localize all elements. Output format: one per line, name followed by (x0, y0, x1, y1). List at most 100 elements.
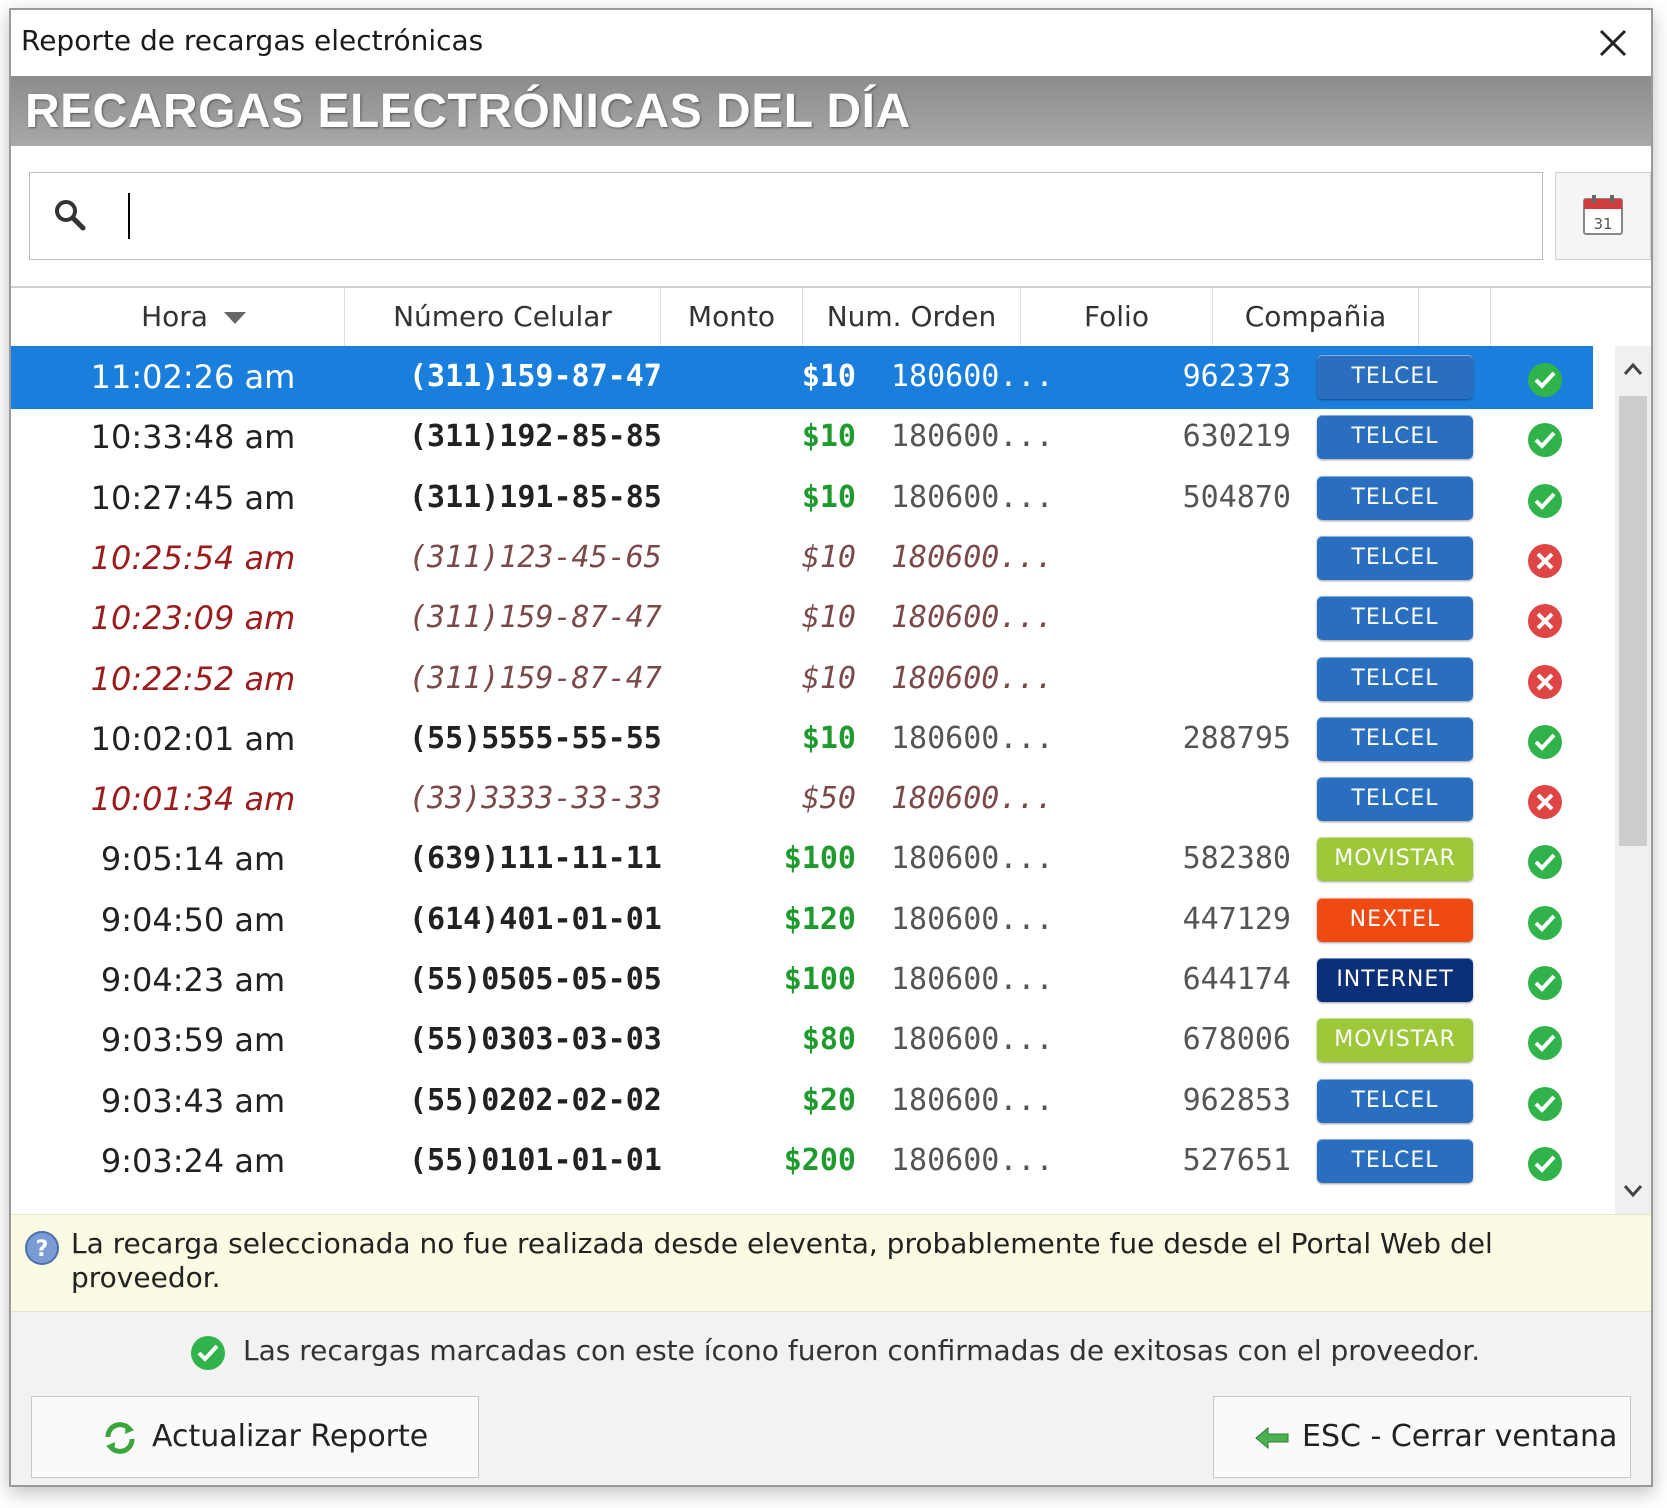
table-row[interactable]: 10:22:52 am (311)159-87-47 $10 180600... TEL… (11, 647, 1593, 711)
cell-compania: TELCEL (1317, 1078, 1473, 1123)
check-circle-icon (191, 1336, 225, 1370)
table-row[interactable]: 9:05:14 am (639)111-11-11 $100 180600... 582… (11, 827, 1593, 891)
table-row[interactable]: 11:02:26 am (311)159-87-47 $10 180600... 962… (11, 346, 1593, 409)
cell-orden: 180600... (891, 479, 1054, 515)
table-row[interactable]: 10:25:54 am (311)123-45-65 $10 180600... TEL… (11, 526, 1593, 590)
cell-numero: (311)191-85-85 (409, 479, 662, 515)
close-icon[interactable] (1589, 20, 1637, 66)
search-box[interactable] (29, 172, 1543, 260)
legend-bar: Las recargas marcadas con este ícono fue… (11, 1312, 1651, 1392)
table-row[interactable]: 9:03:24 am (55)0101-01-01 $200 180600... 527… (11, 1129, 1593, 1193)
scroll-up-icon[interactable] (1615, 352, 1651, 388)
table-row[interactable]: 10:02:01 am (55)5555-55-55 $10 180600... 288… (11, 707, 1593, 771)
cell-folio: 527651 (1182, 1142, 1291, 1178)
cell-compania: TELCEL (1317, 596, 1473, 641)
close-window-button[interactable]: ESC - Cerrar ventana (1213, 1396, 1631, 1478)
cell-folio (1111, 586, 1291, 650)
column-header-status (1419, 288, 1491, 346)
cell-numero: (639)111-11-11 (409, 841, 662, 877)
cell-hora: 10:02:01 am (90, 719, 296, 758)
check-circle-icon (1526, 961, 1564, 1000)
company-badge: TELCEL (1317, 475, 1473, 520)
footer: Actualizar Reporte ESC - Cerrar ventana (11, 1392, 1651, 1485)
cell-hora: 10:33:48 am (90, 418, 296, 457)
table-row[interactable]: 10:01:34 am (33)3333-33-33 $50 180600... TEL… (11, 767, 1593, 831)
calendar-button[interactable]: 31 (1555, 172, 1651, 260)
info-message: ? La recarga seleccionada no fue realiza… (11, 1214, 1651, 1312)
window-title: Reporte de recargas electrónicas (21, 24, 484, 57)
cell-compania: MOVISTAR (1317, 837, 1473, 882)
error-circle-icon (1526, 539, 1564, 578)
column-header-compania[interactable]: Compañia (1213, 288, 1419, 346)
cell-monto: $10 (801, 660, 856, 696)
cell-orden: 180600... (891, 660, 1054, 696)
refresh-report-button[interactable]: Actualizar Reporte (31, 1396, 479, 1478)
cell-hora: 10:01:34 am (90, 780, 296, 819)
legend-text: Las recargas marcadas con este ícono fue… (243, 1334, 1481, 1367)
check-circle-icon (1526, 1021, 1564, 1061)
banner-title: RECARGAS ELECTRÓNICAS DEL DÍA (25, 85, 911, 138)
cell-numero: (55)5555-55-55 (409, 720, 662, 756)
cell-monto: $10 (801, 600, 856, 636)
column-header-monto[interactable]: Monto (661, 288, 803, 346)
cell-compania: TELCEL (1317, 535, 1473, 580)
column-header-orden[interactable]: Num. Orden (803, 288, 1021, 346)
error-circle-icon (1526, 599, 1564, 639)
company-badge: MOVISTAR (1317, 837, 1473, 882)
table-row[interactable]: 9:03:59 am (55)0303-03-03 $80 180600... 6780… (11, 1008, 1593, 1072)
column-header-hora[interactable]: Hora (43, 288, 345, 346)
table-row[interactable]: 10:27:45 am (311)191-85-85 $10 180600... 504… (11, 466, 1593, 530)
cell-folio: 962373 (1182, 359, 1291, 394)
search-input[interactable] (108, 187, 1512, 245)
cell-folio: 644174 (1182, 962, 1291, 997)
cell-monto: $200 (783, 1142, 856, 1178)
cell-hora: 11:02:26 am (90, 358, 296, 396)
cell-monto: $10 (801, 720, 856, 756)
table-row[interactable]: 10:33:48 am (311)192-85-85 $10 180600... 630… (11, 405, 1593, 469)
company-badge: INTERNET (1317, 958, 1473, 1002)
cell-hora: 10:25:54 am (90, 538, 296, 577)
check-circle-icon (1526, 418, 1564, 458)
cell-hora: 9:03:59 am (100, 1021, 286, 1060)
company-badge: TELCEL (1317, 656, 1473, 701)
table-row[interactable]: 9:03:43 am (55)0202-02-02 $20 180600... 9628… (11, 1069, 1593, 1133)
table-row[interactable]: 10:23:09 am (311)159-87-47 $10 180600... TEL… (11, 586, 1593, 650)
company-badge: TELCEL (1317, 777, 1473, 822)
table-row[interactable]: 9:04:23 am (55)0505-05-05 $100 180600... 644… (11, 948, 1593, 1012)
cell-orden: 180600... (891, 539, 1054, 575)
cell-monto: $20 (801, 1082, 856, 1118)
cell-compania: INTERNET (1317, 958, 1473, 1002)
cell-orden: 180600... (891, 1022, 1054, 1058)
cell-numero: (311)159-87-47 (409, 660, 662, 696)
check-circle-icon (1526, 479, 1564, 518)
scroll-down-icon[interactable] (1615, 1172, 1651, 1208)
column-header-numero[interactable]: Número Celular (345, 288, 661, 346)
arrow-left-icon (1255, 1426, 1289, 1450)
column-header-folio[interactable]: Folio (1021, 288, 1213, 346)
cell-hora: 9:04:50 am (100, 900, 286, 939)
cell-folio: 630219 (1182, 419, 1291, 455)
cell-orden: 180600... (891, 359, 1054, 394)
error-circle-icon (1526, 780, 1564, 820)
refresh-icon (105, 1422, 135, 1454)
refresh-label: Actualizar Reporte (152, 1419, 429, 1454)
table-body: 11:02:26 am (311)159-87-47 $10 180600... 962… (11, 346, 1593, 1214)
cell-compania: TELCEL (1317, 475, 1473, 520)
cell-folio (1111, 647, 1291, 711)
cell-hora: 9:04:23 am (100, 961, 286, 999)
cell-folio: 447129 (1182, 901, 1291, 937)
cell-compania: TELCEL (1317, 355, 1473, 399)
check-circle-icon (1526, 358, 1564, 397)
cell-orden: 180600... (891, 781, 1054, 817)
vertical-scrollbar[interactable] (1615, 346, 1651, 1214)
cell-numero: (55)0505-05-05 (409, 962, 662, 997)
cell-folio (1111, 526, 1291, 590)
cell-numero: (55)0101-01-01 (409, 1142, 662, 1178)
cell-compania: NEXTEL (1317, 897, 1473, 942)
cell-compania: MOVISTAR (1317, 1018, 1473, 1063)
cell-numero: (311)159-87-47 (409, 359, 662, 394)
cell-monto: $10 (801, 359, 856, 394)
calendar-icon: 31 (1583, 195, 1623, 235)
scroll-thumb[interactable] (1619, 396, 1647, 846)
table-row[interactable]: 9:04:50 am (614)401-01-01 $120 180600... 447… (11, 888, 1593, 952)
